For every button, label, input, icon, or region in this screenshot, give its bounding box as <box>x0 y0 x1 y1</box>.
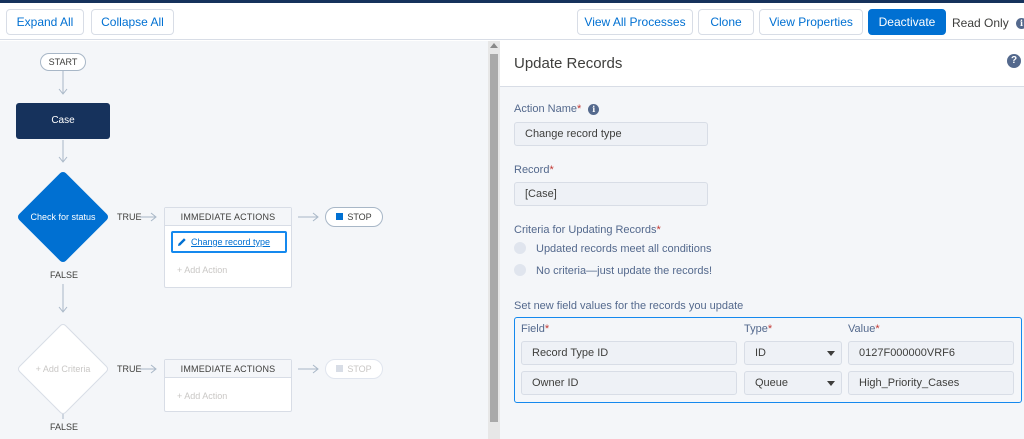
header-value: Value* <box>848 323 880 335</box>
action-change-record-type[interactable]: Change record type <box>171 231 287 253</box>
immediate-actions-box-2: IMMEDIATE ACTIONS + Add Action <box>164 359 292 412</box>
info-icon[interactable]: i <box>1016 18 1024 30</box>
read-only-indicator: Read Only i <box>952 16 1024 30</box>
record-field[interactable]: [Case] <box>514 182 708 206</box>
true-label: TRUE <box>117 212 142 222</box>
properties-panel: Update Records ? Action Name* i Change r… <box>500 41 1024 439</box>
false-label: FALSE <box>50 270 79 280</box>
start-node: START <box>40 53 86 71</box>
pencil-icon <box>178 237 186 246</box>
true-label-2: TRUE <box>117 364 142 374</box>
criteria-for-updating-label: Criteria for Updating Records* <box>514 224 661 236</box>
stop-node-2: STOP <box>325 359 383 379</box>
radio-button[interactable] <box>514 264 526 277</box>
false-label-2: FALSE <box>50 422 79 432</box>
radio-button[interactable] <box>514 242 526 255</box>
header-field: Field* <box>521 323 550 335</box>
scrollbar-thumb[interactable] <box>490 54 498 422</box>
add-action-link[interactable]: + Add Action <box>177 265 227 275</box>
row2-field-input[interactable]: Owner ID <box>521 371 737 395</box>
action-name-field[interactable]: Change record type <box>514 122 708 146</box>
help-icon[interactable]: ? <box>1007 54 1021 68</box>
row1-type-select[interactable]: ID <box>744 341 842 365</box>
chevron-down-icon <box>827 351 835 356</box>
radio-option-meet-all-conditions[interactable]: Updated records meet all conditions <box>514 242 711 255</box>
row2-value-input[interactable]: High_Priority_Cases <box>848 371 1014 395</box>
immediate-actions-header-2: IMMEDIATE ACTIONS <box>165 360 291 378</box>
clone-button[interactable]: Clone <box>698 9 754 35</box>
row1-value-input[interactable]: 0127F000000VRF6 <box>848 341 1014 365</box>
toolbar: Expand All Collapse All View All Process… <box>0 3 1024 40</box>
panel-header: Update Records ? <box>500 41 1024 87</box>
immediate-actions-header: IMMEDIATE ACTIONS <box>165 208 291 226</box>
object-node-case[interactable]: Case <box>16 103 110 139</box>
panel-title: Update Records <box>514 55 623 72</box>
read-only-label: Read Only <box>952 16 1009 30</box>
view-properties-button[interactable]: View Properties <box>759 9 863 35</box>
action-name-label: Action Name* i <box>514 103 600 115</box>
immediate-actions-box: IMMEDIATE ACTIONS Change record type + A… <box>164 207 292 288</box>
stop-square-icon <box>336 213 344 221</box>
stop-node: STOP <box>325 207 383 227</box>
scroll-up-arrow-icon[interactable] <box>490 43 498 48</box>
info-icon[interactable]: i <box>588 103 600 115</box>
view-all-processes-button[interactable]: View All Processes <box>577 9 693 35</box>
header-type: Type* <box>744 323 773 335</box>
collapse-all-button[interactable]: Collapse All <box>91 9 174 35</box>
radio-option-no-criteria[interactable]: No criteria—just update the records! <box>514 264 712 277</box>
record-label: Record* <box>514 164 554 176</box>
action-item-label: Change record type <box>191 237 271 247</box>
process-canvas: START Case Check for status TRUE FALSE I… <box>0 41 488 439</box>
criteria-label: Check for status <box>30 212 96 222</box>
stop-square-icon <box>336 365 344 373</box>
deactivate-button[interactable]: Deactivate <box>868 9 946 35</box>
row1-field-input[interactable]: Record Type ID <box>521 341 737 365</box>
add-action-link-2[interactable]: + Add Action <box>177 391 227 401</box>
expand-all-button[interactable]: Expand All <box>6 9 84 35</box>
field-values-label: Set new field values for the records you… <box>514 300 744 312</box>
field-values-table: Field* Type* Value* Record Type ID ID 01… <box>514 317 1022 403</box>
row2-type-select[interactable]: Queue <box>744 371 842 395</box>
add-criteria-label: + Add Criteria <box>35 364 91 374</box>
chevron-down-icon <box>827 381 835 386</box>
